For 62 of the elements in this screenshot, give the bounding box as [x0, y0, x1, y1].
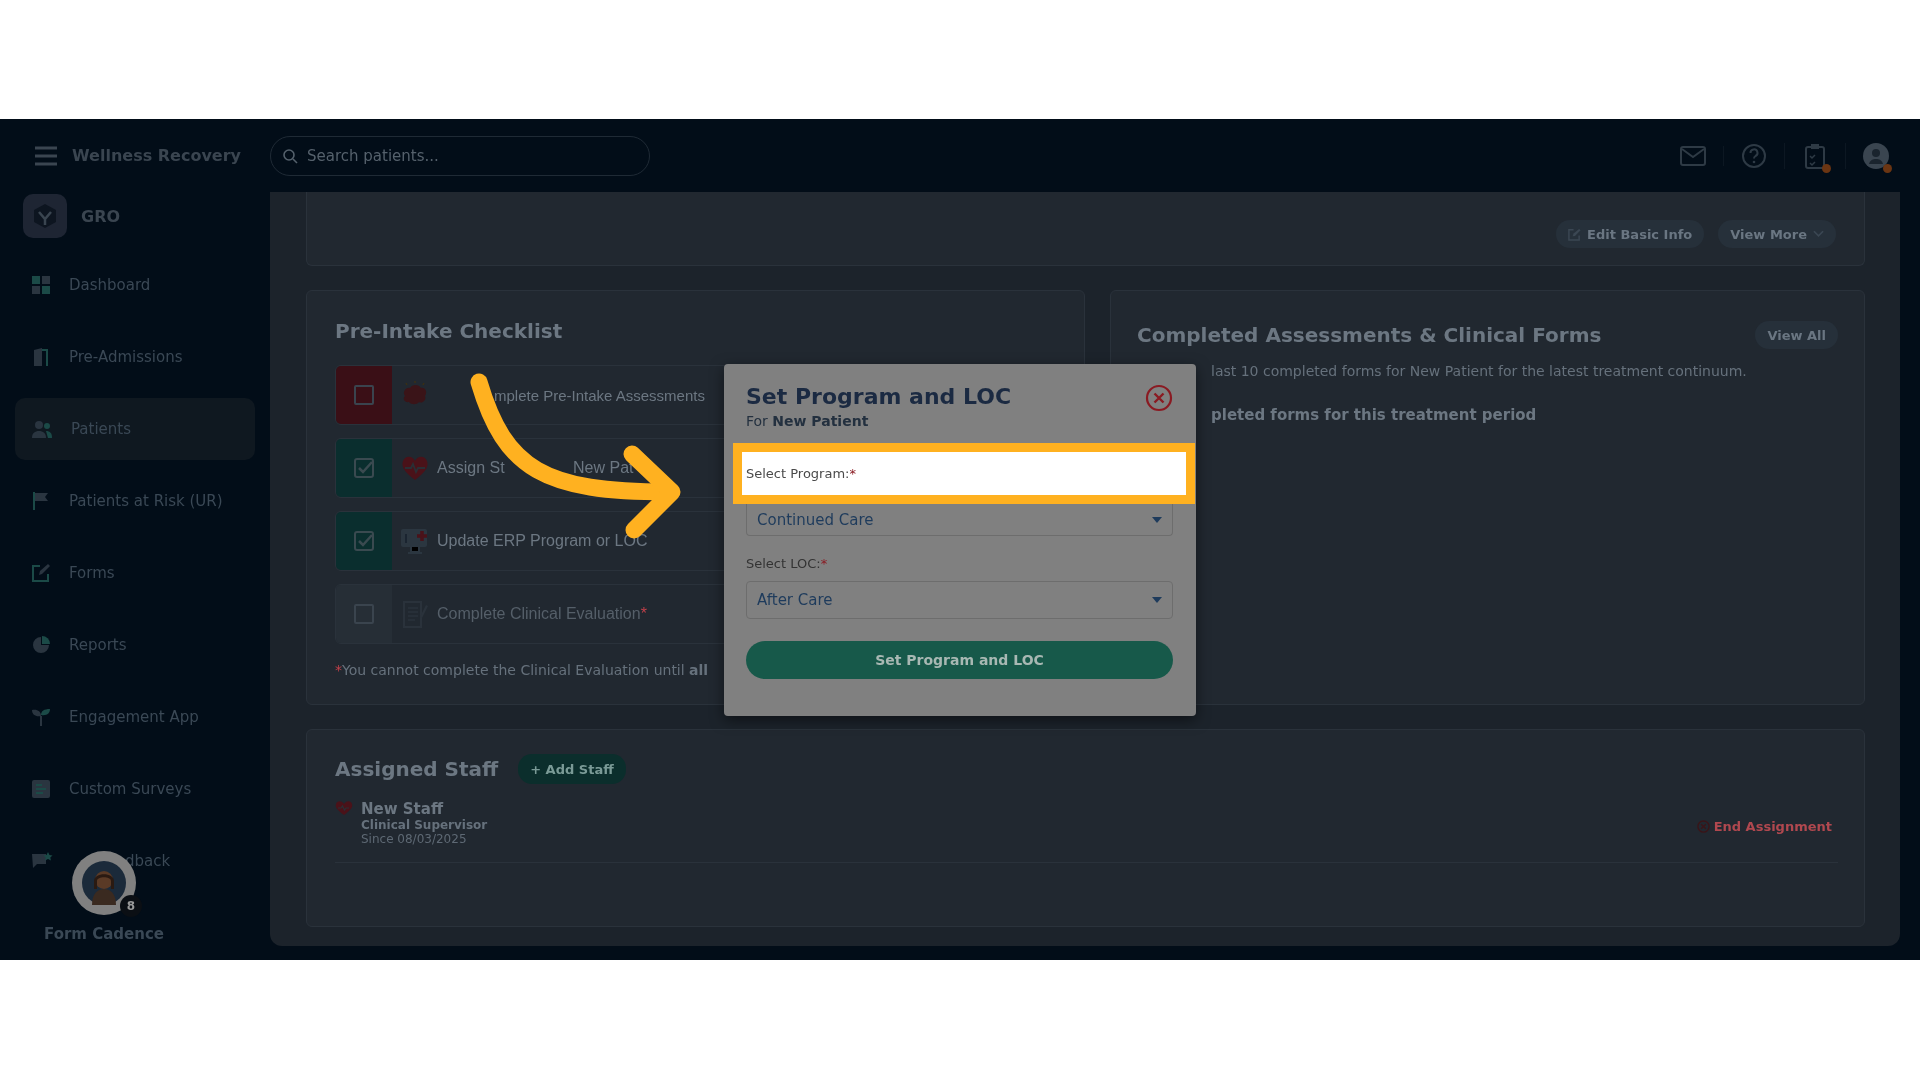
sidebar-item[interactable]: Engagement App: [15, 686, 255, 748]
checkmark-icon: [354, 531, 374, 551]
staff-since: Since 08/03/2025: [361, 832, 468, 846]
clipboard-icon[interactable]: [1804, 142, 1826, 169]
chat-icon: [31, 851, 53, 871]
view-more-button[interactable]: View More: [1718, 220, 1836, 248]
view-all-button[interactable]: View All: [1755, 321, 1838, 349]
sidebar-item[interactable]: Dashboard: [15, 254, 255, 316]
person-avatar-icon: [82, 861, 126, 905]
profile-avatar-icon[interactable]: [1863, 142, 1889, 169]
checkmark-icon: [354, 458, 374, 478]
empty-message: pleted forms for this treatment period: [1211, 406, 1538, 424]
sidebar-item[interactable]: Custom Surveys: [15, 758, 255, 820]
checkbox[interactable]: [336, 439, 392, 497]
edit-icon: [1568, 227, 1582, 241]
field-label: Select Program:*: [746, 466, 856, 481]
staff-role: Clinical Supervisor: [361, 818, 488, 832]
widget-label: Form Cadence: [44, 925, 164, 943]
field-label: Select LOC:*: [746, 556, 829, 571]
pie-chart-icon: [31, 635, 51, 655]
help-icon[interactable]: [1741, 142, 1767, 169]
mail-icon[interactable]: [1680, 145, 1706, 166]
door-icon: [31, 347, 51, 367]
menu-icon[interactable]: [34, 145, 58, 166]
search-icon: [282, 147, 298, 164]
select-field[interactable]: Continued Care: [746, 504, 1173, 536]
search-field[interactable]: Search patients...: [270, 135, 650, 176]
survey-icon: [31, 779, 51, 799]
footnote-text: *You cannot complete the Clinical Evaluation until all: [335, 662, 710, 678]
sidebar-item[interactable]: dback: [15, 830, 255, 892]
description-text: last 10 completed forms for New Patient for the latest treatment continuum.: [1211, 363, 1748, 379]
card-title: Assigned Staff: [335, 757, 499, 781]
card-title: Completed Assessments & Clinical Forms: [1137, 323, 1602, 347]
people-icon: [31, 419, 53, 439]
card-title: Pre-Intake Checklist: [335, 319, 564, 343]
sprout-icon: [31, 707, 51, 727]
dialog-title: Set Program and LOC: [746, 384, 1012, 409]
sidebar-item[interactable]: Pre-Admissions: [15, 326, 255, 388]
sidebar-item[interactable]: Reports: [15, 614, 255, 676]
grid-icon: [31, 275, 51, 295]
flag-icon: [31, 491, 51, 511]
chevron-down-icon: [1813, 230, 1824, 238]
close-icon[interactable]: [1145, 384, 1173, 412]
caret-down-icon: [1152, 516, 1162, 523]
end-assignment-button[interactable]: End Assignment: [1690, 818, 1838, 835]
edit-button[interactable]: Edit Basic Info: [1556, 220, 1705, 248]
count-badge: 8: [120, 895, 142, 917]
close-circle-icon: [1696, 820, 1710, 833]
app-name: Wellness Recovery: [72, 146, 241, 165]
heart-icon: [335, 800, 353, 816]
select-field[interactable]: After Care: [746, 581, 1173, 619]
submit-button[interactable]: Set Program and LOC: [746, 641, 1173, 679]
monitor-icon: [400, 526, 430, 556]
sidebar-item[interactable]: Forms: [15, 542, 255, 604]
staff-name: New Staff: [361, 800, 445, 818]
org-name: GRO: [81, 206, 121, 226]
add-staff-button[interactable]: + Add Staff: [518, 754, 626, 784]
checkbox[interactable]: [336, 366, 392, 424]
caret-down-icon: [1152, 597, 1162, 603]
edit-icon: [31, 563, 51, 583]
checkbox[interactable]: [336, 512, 392, 570]
sidebar-item[interactable]: Patients at Risk (UR): [15, 470, 255, 532]
